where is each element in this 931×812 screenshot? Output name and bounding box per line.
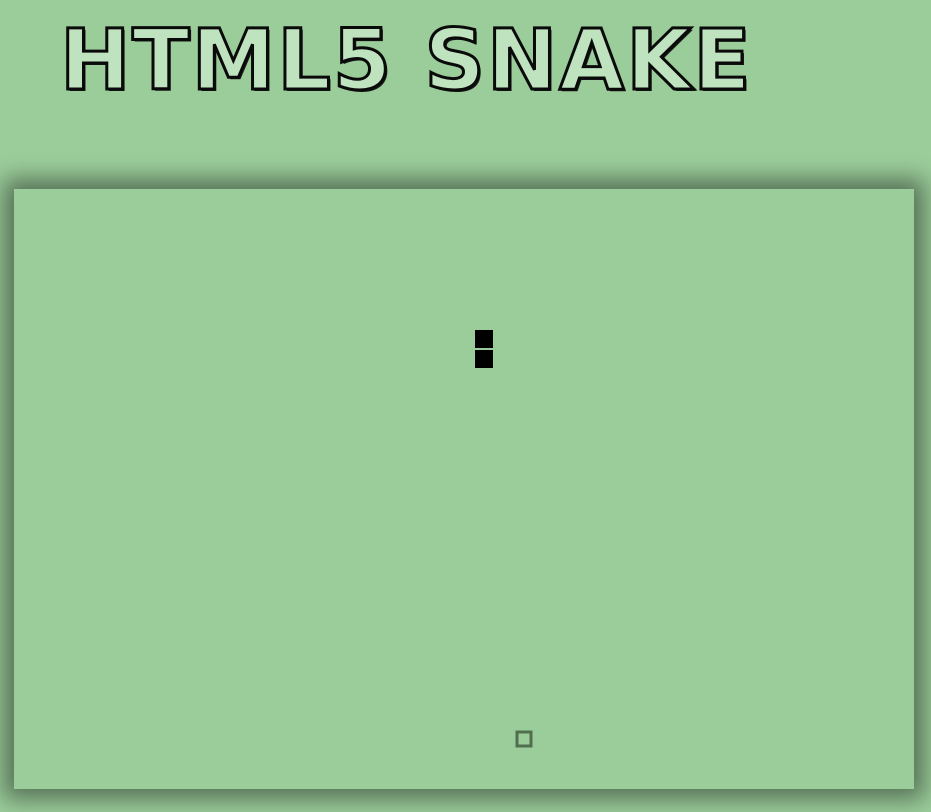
snake-segment — [475, 350, 493, 368]
game-canvas[interactable] — [14, 189, 914, 789]
game-board[interactable] — [14, 189, 914, 789]
page-title: HTML5 SNAKE — [59, 11, 753, 109]
page: HTML5 SNAKE — [0, 0, 931, 812]
food-pellet — [515, 730, 533, 748]
snake-head — [475, 330, 493, 348]
